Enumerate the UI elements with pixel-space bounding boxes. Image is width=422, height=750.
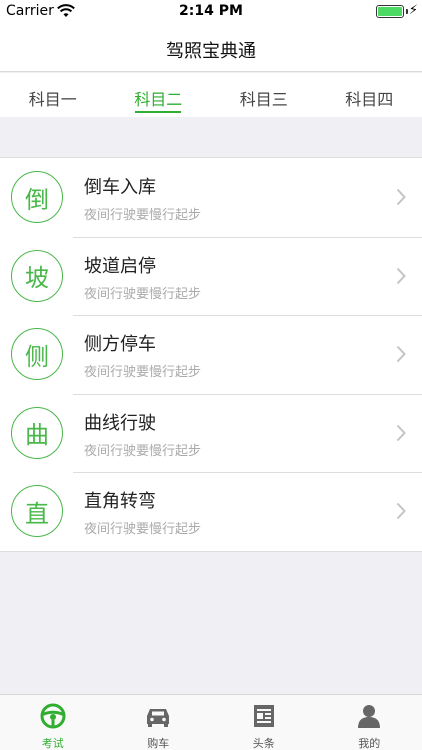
item-title: 直角转弯 — [84, 491, 156, 512]
item-title: 倒车入库 — [84, 177, 156, 198]
item-badge-icon: 曲 — [11, 406, 63, 459]
item-badge-icon: 直 — [11, 485, 63, 537]
charging-icon: ⚡ — [408, 3, 418, 18]
car-icon — [147, 709, 170, 727]
chevron-right-icon — [396, 188, 406, 206]
tab-label: 科目一 — [28, 90, 77, 109]
item-subtitle: 夜间行驶要慢行起步 — [84, 286, 202, 302]
battery-cap — [406, 9, 408, 14]
tab-subject-1[interactable]: 科目一 — [0, 73, 106, 117]
item-title: 侧方停车 — [84, 334, 156, 355]
tab-buy-car[interactable]: 购车 — [106, 695, 212, 750]
item-subtitle: 夜间行驶要慢行起步 — [84, 443, 202, 459]
tab-label: 科目三 — [239, 90, 288, 109]
item-title: 曲线行驶 — [84, 412, 156, 434]
tab-headlines[interactable]: 头条 — [211, 695, 317, 750]
tab-label: 头条 — [252, 737, 275, 750]
chevron-right-icon — [396, 424, 406, 441]
steering-wheel-icon — [40, 703, 66, 729]
tab-subject-3[interactable]: 科目三 — [211, 73, 317, 117]
tab-exam[interactable]: 考试 — [0, 695, 106, 750]
list-item-curve-driving[interactable]: 曲 曲线行驶 夜间行驶要慢行起步 — [0, 393, 422, 473]
active-tab-indicator — [135, 111, 182, 113]
item-title: 坡道启停 — [84, 255, 156, 277]
tab-label: 科目四 — [345, 90, 394, 109]
status-bar: Carrier 2:14 PM ⚡ — [0, 0, 422, 24]
list-item-parallel-parking[interactable]: 侧 侧方停车 夜间行驶要慢行起步 — [0, 315, 422, 394]
clock: 2:14 PM — [179, 3, 243, 19]
news-icon — [253, 705, 274, 727]
exam-item-list: 倒 倒车入库 夜间行驶要慢行起步 坡 坡道启停 夜间行驶要慢行起步 侧 侧方停车… — [0, 157, 422, 552]
tab-label: 科目二 — [134, 90, 183, 109]
tab-subject-4[interactable]: 科目四 — [317, 73, 422, 117]
bottom-tab-bar: 考试 购车 头条 我的 — [0, 694, 422, 750]
tab-label: 考试 — [41, 737, 64, 750]
item-badge-icon: 侧 — [11, 328, 63, 380]
list-item-right-angle-turn[interactable]: 直 直角转弯 夜间行驶要慢行起步 — [0, 472, 422, 551]
tab-label: 我的 — [358, 737, 381, 750]
page-title: 驾照宝典通 — [166, 41, 256, 62]
tab-profile[interactable]: 我的 — [317, 695, 422, 750]
chevron-right-icon — [396, 502, 406, 520]
chevron-right-icon — [396, 267, 406, 284]
list-item-hill-start[interactable]: 坡 坡道启停 夜间行驶要慢行起步 — [0, 236, 422, 316]
tab-label: 购车 — [147, 737, 170, 750]
item-badge-icon: 坡 — [11, 249, 63, 302]
item-subtitle: 夜间行驶要慢行起步 — [84, 365, 202, 380]
list-item-reverse-parking[interactable]: 倒 倒车入库 夜间行驶要慢行起步 — [0, 158, 422, 237]
item-subtitle: 夜间行驶要慢行起步 — [84, 522, 202, 537]
navigation-bar: 驾照宝典通 — [0, 24, 422, 72]
person-icon — [358, 705, 381, 728]
chevron-right-icon — [396, 345, 406, 363]
subject-tabs: 科目一 科目二 科目三 科目四 — [0, 73, 422, 117]
battery-icon — [376, 5, 404, 18]
item-subtitle: 夜间行驶要慢行起步 — [84, 208, 202, 223]
tab-subject-2[interactable]: 科目二 — [106, 73, 212, 117]
item-badge-icon: 倒 — [11, 171, 63, 223]
